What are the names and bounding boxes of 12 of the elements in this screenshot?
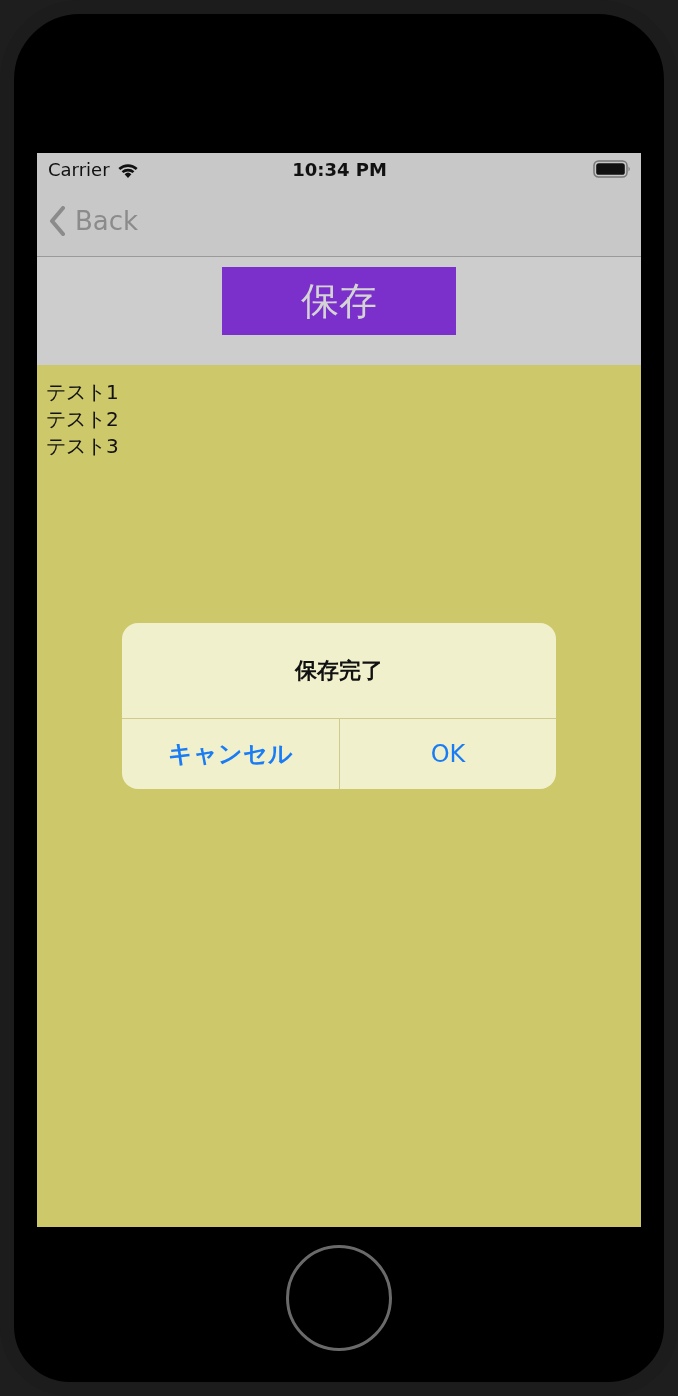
back-chevron-icon — [49, 205, 65, 236]
ok-button[interactable]: OK — [339, 719, 556, 789]
text-line: テスト3 — [46, 433, 119, 460]
status-time: 10:34 PM — [292, 158, 387, 180]
carrier-label: Carrier — [48, 158, 110, 180]
save-button[interactable]: 保存 — [222, 267, 456, 335]
alert-title: 保存完了 — [295, 656, 383, 685]
back-button[interactable]: Back — [49, 205, 139, 236]
text-line: テスト2 — [46, 406, 119, 433]
cancel-button[interactable]: キャンセル — [122, 719, 339, 789]
battery-icon — [593, 160, 631, 178]
text-line: テスト1 — [46, 379, 119, 406]
